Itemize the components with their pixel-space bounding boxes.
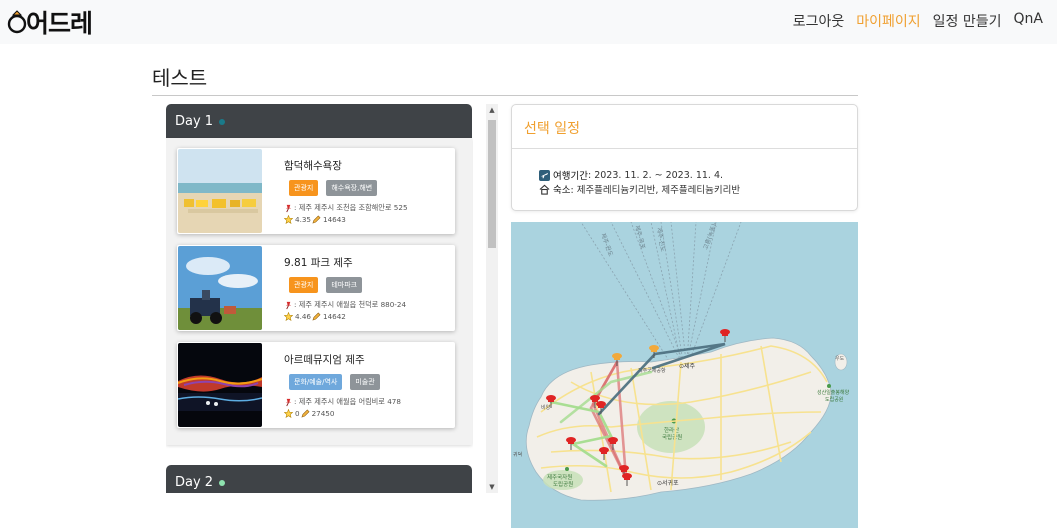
address-text: : 제주 제주시 애월읍 어림비로 478	[294, 397, 401, 406]
category-badge: 관광지	[289, 180, 319, 196]
pencil-icon	[312, 312, 321, 321]
count-value: 14643	[323, 215, 346, 224]
stay-label: 숙소	[553, 185, 571, 196]
selected-schedule-card: 선택 일정 여행기간 : 2023. 11. 2. ~ 2023. 11. 4.…	[511, 104, 858, 211]
scrollbar-thumb[interactable]	[488, 120, 496, 248]
place-title: 함덕해수욕장	[284, 160, 342, 172]
map-label: ⊙서귀포	[657, 479, 679, 487]
park-marker	[827, 384, 831, 388]
logo[interactable]: 어드레	[6, 4, 93, 40]
place-card[interactable]: 아르떼뮤지엄 제주 문화/예술/역사 미술관 : 제주 제주시 애월읍 어림비로…	[177, 342, 455, 428]
title-divider	[152, 95, 858, 96]
travel-period: 여행기간 : 2023. 11. 2. ~ 2023. 11. 4.	[539, 168, 723, 182]
star-icon	[284, 215, 293, 224]
accommodation: 숙소 : 제주플레티늄키리반, 제주플레티늄키리반	[539, 182, 740, 196]
logo-text: 어드레	[26, 9, 93, 38]
star-icon	[284, 312, 293, 321]
place-card[interactable]: 함덕해수욕장 관광지 해수욕장,해변 : 제주 제주시 조천읍 조함해안로 52…	[177, 148, 455, 234]
map-label: 비양	[541, 404, 551, 411]
day-list-scrollbar[interactable]: ▲ ▼	[486, 104, 498, 493]
map-label: 우도	[835, 356, 845, 362]
map-canvas[interactable]: 제주-완도 제주-목포 제주-진도 고흥(녹동)-제주 우도 한라산 국립공원 …	[511, 222, 858, 528]
day2-header[interactable]: Day 2	[166, 465, 472, 493]
day2-label: Day 2	[175, 474, 214, 490]
day1-label: Day 1	[175, 113, 214, 129]
pin-icon	[285, 204, 292, 212]
period-label: 여행기간	[553, 171, 588, 182]
place-address: : 제주 제주시 애월읍 어림비로 478	[284, 397, 401, 407]
page-title: 테스트	[152, 66, 208, 90]
map-label: 도립공원	[825, 396, 844, 403]
map-label: 한라산	[664, 426, 679, 434]
nav-create-schedule[interactable]: 일정 만들기	[933, 11, 1002, 31]
place-stats: 4.46 14642	[284, 312, 346, 321]
map-label: ⊙제주	[679, 362, 696, 370]
day1-dot	[219, 119, 226, 125]
star-icon	[284, 409, 293, 418]
day-list[interactable]: Day 1 함덕해수욕장 관광지 해수욕장,해변: 제주 제주시 조천읍 조함…	[166, 104, 473, 493]
card-divider	[512, 148, 857, 149]
house-icon	[539, 184, 550, 195]
map-label: 제주국자원	[547, 473, 572, 481]
park-marker	[565, 467, 569, 471]
nav-links: 로그아웃 마이페이지 일정 만들기 QnA	[793, 11, 1043, 31]
category-badge: 문화/예술/역사	[289, 374, 343, 390]
nav-qna[interactable]: QnA	[1014, 11, 1043, 31]
nav-mypage[interactable]: 마이페이지	[856, 11, 920, 31]
rating-value: 4.46	[295, 312, 312, 321]
stay-value: : 제주플레티늄키리반, 제주플레티늄키리반	[570, 185, 741, 196]
category-badge: 관광지	[289, 277, 319, 293]
rating-value: 4.35	[295, 215, 312, 224]
place-title: 9.81 파크 제주	[284, 257, 353, 269]
type-badge: 테마파크	[326, 277, 363, 293]
scroll-down-icon[interactable]: ▼	[486, 481, 498, 493]
selected-schedule-title: 선택 일정	[524, 121, 580, 137]
hallasan-park	[637, 401, 705, 453]
route-map[interactable]: 제주-완도 제주-목포 제주-진도 고흥(녹동)-제주 우도 한라산 국립공원 …	[511, 222, 858, 528]
place-thumbnail	[178, 149, 262, 233]
badge-group: 문화/예술/역사 미술관	[289, 374, 380, 390]
place-title: 아르떼뮤지엄 제주	[284, 354, 365, 366]
place-address: : 제주 제주시 애월읍 천덕로 880-24	[284, 300, 406, 310]
place-thumbnail	[178, 343, 262, 427]
type-badge: 해수욕장,해변	[326, 180, 378, 196]
pencil-icon	[301, 409, 310, 418]
pencil-icon	[312, 215, 321, 224]
place-stats: 0 27450	[284, 409, 334, 418]
place-thumbnail	[178, 246, 262, 330]
map-label: 국립공원	[662, 433, 682, 441]
top-navbar: 어드레 로그아웃 마이페이지 일정 만들기 QnA	[0, 0, 1057, 44]
place-stats: 4.35 14643	[284, 215, 346, 224]
count-value: 27450	[311, 409, 335, 418]
day1-body: 함덕해수욕장 관광지 해수욕장,해변 : 제주 제주시 조천읍 조함해안로 52…	[166, 138, 472, 445]
place-address: : 제주 제주시 조천읍 조함해안로 525	[284, 203, 408, 213]
address-text: : 제주 제주시 애월읍 천덕로 880-24	[294, 300, 407, 309]
address-text: : 제주 제주시 조천읍 조함해안로 525	[294, 203, 408, 212]
day2-dot	[219, 480, 226, 486]
nav-logout[interactable]: 로그아웃	[793, 11, 845, 31]
airplane-icon	[539, 169, 550, 181]
pin-icon	[285, 301, 292, 309]
place-card[interactable]: 9.81 파크 제주 관광지 테마파크 : 제주 제주시 애월읍 천덕로 880…	[177, 245, 455, 331]
scroll-up-icon[interactable]: ▲	[486, 104, 498, 116]
map-label: 성산일출봉해양	[817, 389, 850, 396]
count-value: 14642	[323, 312, 346, 321]
map-label: 귀덕	[513, 451, 522, 458]
badge-group: 관광지 테마파크	[289, 277, 363, 293]
badge-group: 관광지 해수욕장,해변	[289, 180, 378, 196]
type-badge: 미술관	[350, 374, 380, 390]
map-label: 도립공원	[553, 480, 573, 488]
ring-icon	[7, 10, 27, 34]
period-value: : 2023. 11. 2. ~ 2023. 11. 4.	[587, 169, 724, 181]
pin-icon	[285, 398, 292, 406]
rating-value: 0	[295, 409, 300, 418]
day1-header[interactable]: Day 1	[166, 104, 472, 138]
